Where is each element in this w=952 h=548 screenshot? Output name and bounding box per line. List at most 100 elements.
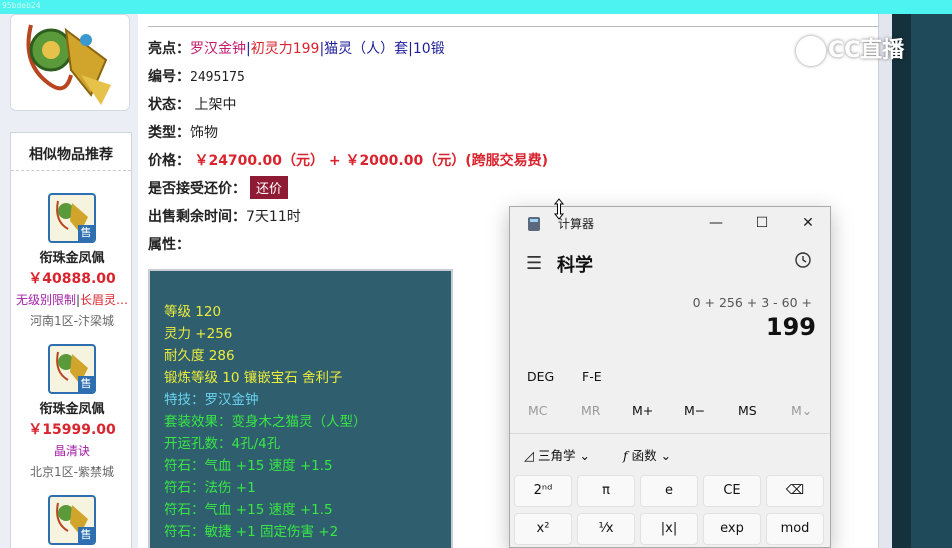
attr-line: 等级 120 bbox=[164, 304, 222, 320]
chevron-down-icon: ⌄ bbox=[660, 448, 672, 463]
maximize-button[interactable]: ☐ bbox=[742, 211, 782, 235]
type-label: 类型： bbox=[148, 125, 190, 141]
similar-items-title: 相似物品推荐 bbox=[11, 133, 131, 171]
item-thumbnail[interactable]: 售 bbox=[48, 344, 96, 394]
attr-row: 属性： bbox=[148, 234, 190, 254]
cc-logo-icon bbox=[796, 36, 826, 66]
trigonometry-label: 三角学 bbox=[537, 448, 576, 463]
attr-line: 符石：敏捷 +1 固定伤害 +2 bbox=[164, 524, 339, 540]
status-value: 上架中 bbox=[194, 97, 237, 113]
attr-line: 符石：气血 +15 速度 +1.5 bbox=[164, 458, 333, 474]
divider bbox=[148, 26, 878, 27]
square-key[interactable]: x² bbox=[514, 513, 572, 545]
price-value: ￥24700.00（元） + ￥2000.00（元）(跨服交易费) bbox=[194, 153, 549, 169]
attr-label: 属性： bbox=[148, 237, 190, 253]
similar-item-server: 河南1区-汴梁城 bbox=[30, 314, 114, 328]
memory-subtract-button[interactable]: M− bbox=[684, 403, 705, 418]
memory-add-button[interactable]: M+ bbox=[632, 403, 653, 418]
id-row: 编号：2495175 bbox=[148, 66, 245, 86]
item-image bbox=[10, 14, 130, 111]
history-icon[interactable] bbox=[794, 251, 812, 274]
absolute-value-key[interactable]: |x| bbox=[640, 513, 698, 545]
tag-level: 无级别限制 bbox=[15, 293, 76, 307]
functions-dropdown[interactable]: f 函数 ⌄ bbox=[623, 445, 671, 464]
second-function-key[interactable]: 2ⁿᵈ bbox=[514, 475, 572, 507]
window-caption: 95bdeb24 bbox=[2, 1, 41, 10]
attributes-box: 等级 120 灵力 +256 耐久度 286 锻炼等级 10 镶嵌宝石 舍利子 … bbox=[148, 269, 453, 548]
backspace-key[interactable]: ⌫ bbox=[766, 475, 824, 507]
stream-watermark: CC直播 bbox=[796, 32, 904, 66]
function-icon: f bbox=[623, 448, 628, 463]
attr-line: 灵力 +256 bbox=[164, 326, 233, 342]
hamburger-menu-icon[interactable]: ☰ bbox=[526, 253, 542, 274]
chevron-down-icon: ⌄ bbox=[579, 448, 590, 463]
right-dark-panel bbox=[892, 14, 952, 548]
clear-entry-key[interactable]: CE bbox=[703, 475, 761, 507]
haggle-row: 是否接受还价： 还价 bbox=[148, 176, 289, 199]
price-label: 价格： bbox=[148, 153, 190, 169]
attr-line: 特技：罗汉金钟 bbox=[164, 392, 259, 408]
calculator-mode: 科学 bbox=[557, 255, 593, 276]
type-row: 类型：饰物 bbox=[148, 122, 218, 142]
time-value: 7天11时 bbox=[246, 209, 301, 225]
memory-recall-button[interactable]: MR bbox=[581, 403, 600, 418]
calculator-app-icon bbox=[528, 217, 540, 231]
attr-line: 符石：气血 +15 速度 +1.5 bbox=[164, 502, 333, 518]
attr-line: 符石：法伤 +1 bbox=[164, 480, 256, 496]
calculator-window[interactable]: 计算器 — ☐ ✕ ☰ 科学 0 + 256 + 3 - 60 + 199 DE… bbox=[509, 206, 831, 548]
sell-badge: 售 bbox=[78, 376, 94, 392]
similar-item-name[interactable]: 衔珠金凤佩 bbox=[11, 398, 133, 417]
functions-label: 函数 bbox=[631, 448, 657, 463]
id-label: 编号： bbox=[148, 69, 190, 85]
watermark-text: CC直播 bbox=[828, 38, 905, 63]
triangle-icon: ◿ bbox=[524, 449, 534, 464]
status-row: 状态： 上架中 bbox=[148, 94, 236, 114]
attr-line: 套装效果：变身木之猫灵（人型） bbox=[164, 414, 367, 430]
expression-display: 0 + 256 + 3 - 60 + bbox=[692, 295, 812, 310]
scrollbar[interactable] bbox=[878, 14, 892, 548]
time-label: 出售剩余时间： bbox=[148, 209, 246, 225]
deg-toggle[interactable]: DEG bbox=[527, 369, 554, 384]
memory-store-button[interactable]: MS bbox=[738, 403, 757, 418]
top-bar: 95bdeb24 bbox=[0, 0, 952, 14]
similar-item-tags: 晶清诀 bbox=[11, 442, 133, 459]
reciprocal-key[interactable]: ¹⁄x bbox=[577, 513, 635, 545]
mod-key[interactable]: mod bbox=[766, 513, 824, 545]
tag-skill: 晶清诀 bbox=[53, 444, 90, 458]
similar-item-price: ￥15999.00 bbox=[28, 422, 116, 438]
type-value: 饰物 bbox=[190, 125, 218, 141]
e-key[interactable]: e bbox=[640, 475, 698, 507]
item-thumbnail[interactable]: 售 bbox=[48, 495, 96, 545]
attr-line: 耐久度 286 bbox=[164, 348, 235, 364]
status-label: 状态： bbox=[148, 97, 190, 113]
pi-key[interactable]: π bbox=[577, 475, 635, 507]
highlight-label: 亮点： bbox=[148, 41, 190, 57]
memory-clear-button[interactable]: MC bbox=[528, 403, 548, 418]
highlight-row: 亮点：罗汉金钟|初灵力199|猫灵（人）套|10锻 bbox=[148, 38, 445, 58]
left-column: 相似物品推荐 售 衔珠金凤佩 ￥40888.00 无级别限制|长眉灵… 河南1区… bbox=[0, 14, 138, 548]
sell-badge: 售 bbox=[78, 527, 94, 543]
sell-badge: 售 bbox=[78, 225, 94, 241]
exp-key[interactable]: exp bbox=[703, 513, 761, 545]
attr-line: 开运孔数：4孔/4孔 bbox=[164, 436, 281, 452]
result-display: 199 bbox=[765, 313, 816, 341]
similar-item[interactable]: 售 bbox=[11, 495, 133, 545]
close-button[interactable]: ✕ bbox=[788, 211, 828, 235]
haggle-button[interactable]: 还价 bbox=[250, 176, 289, 199]
highlight-set: 猫灵（人）套 bbox=[324, 41, 409, 57]
similar-item-name[interactable]: 衔珠金凤佩 bbox=[11, 247, 133, 266]
similar-item[interactable]: 售 衔珠金凤佩 ￥40888.00 无级别限制|长眉灵… 河南1区-汴梁城 bbox=[11, 193, 133, 329]
similar-item-tags: 无级别限制|长眉灵… bbox=[11, 291, 133, 308]
item-thumbnail[interactable]: 售 bbox=[48, 193, 96, 243]
highlight-forge: 10锻 bbox=[412, 41, 445, 57]
resize-cursor-icon bbox=[553, 198, 565, 220]
dark-stripe bbox=[892, 14, 911, 548]
fe-toggle[interactable]: F-E bbox=[582, 369, 602, 384]
similar-item[interactable]: 售 衔珠金凤佩 ￥15999.00 晶清诀 北京1区-紫禁城 bbox=[11, 344, 133, 480]
divider bbox=[510, 433, 830, 434]
highlight-spirit: 初灵力199 bbox=[250, 41, 320, 57]
memory-list-button[interactable]: M⌄ bbox=[791, 403, 812, 418]
id-value: 2495175 bbox=[190, 70, 245, 85]
minimize-button[interactable]: — bbox=[696, 211, 736, 235]
trigonometry-dropdown[interactable]: ◿ 三角学 ⌄ bbox=[524, 445, 590, 464]
